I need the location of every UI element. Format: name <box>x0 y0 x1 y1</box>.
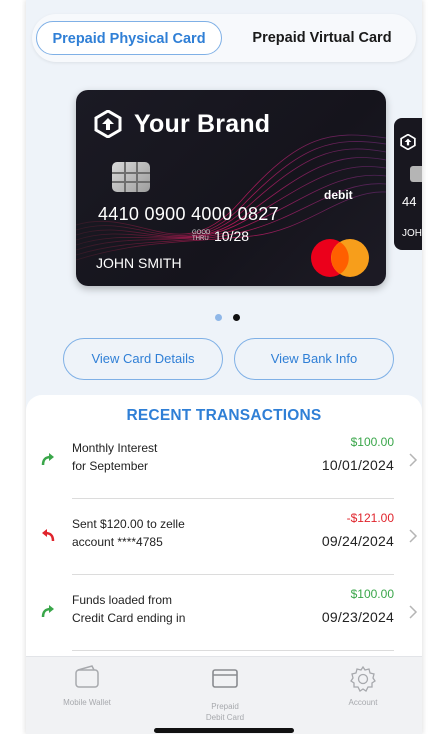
app-screen: Prepaid Physical Card Prepaid Virtual Ca… <box>26 0 422 734</box>
mastercard-logo-icon <box>311 239 369 277</box>
card-expiry: 10/28 <box>214 228 250 244</box>
card-chip-icon <box>410 166 422 182</box>
transaction-amount: $100.00 <box>350 587 394 601</box>
wallet-icon <box>75 665 99 688</box>
incoming-arrow-icon <box>41 453 54 466</box>
transaction-row[interactable]: Sent $120.00 to zelle account ****4785 -… <box>26 501 422 575</box>
card-type-tabs: Prepaid Physical Card Prepaid Virtual Ca… <box>32 14 416 62</box>
peek-card-number: 44 <box>402 194 417 209</box>
pager-dot[interactable] <box>215 314 222 321</box>
good-thru-label: GOOD THRU <box>192 230 211 242</box>
transaction-date: 09/24/2024 <box>321 533 394 549</box>
chevron-right-icon <box>409 453 418 467</box>
chevron-right-icon <box>409 605 418 619</box>
next-card-preview[interactable]: 44 JOH <box>394 118 422 250</box>
card-brand-name: Your Brand <box>134 110 271 138</box>
pager-dot-active[interactable] <box>233 314 240 321</box>
transaction-row[interactable]: Monthly Interest for September $100.00 1… <box>26 425 422 499</box>
brand-logo-icon <box>94 110 122 138</box>
transaction-description: Monthly Interest for September <box>72 441 158 473</box>
transaction-date: 10/01/2024 <box>321 457 394 473</box>
recent-transactions-title: RECENT TRANSACTIONS <box>126 407 322 424</box>
transaction-row[interactable]: Funds loaded from Credit Card ending in … <box>26 577 422 651</box>
row-divider <box>72 650 394 651</box>
transaction-description: Funds loaded from Credit Card ending in <box>72 593 186 625</box>
nav-mobile-wallet[interactable]: Mobile Wallet <box>32 657 142 734</box>
outgoing-arrow-icon <box>42 529 55 542</box>
nav-label: Mobile Wallet <box>63 698 111 707</box>
nav-account[interactable]: Account <box>308 657 418 734</box>
row-divider <box>72 574 394 575</box>
card-chip-icon <box>112 162 150 192</box>
prepaid-card[interactable]: Your Brand debit 4410 0900 4000 0827 GOO… <box>76 90 386 286</box>
nav-label: Account <box>348 698 378 707</box>
view-card-details-button[interactable]: View Card Details <box>63 338 223 380</box>
home-indicator <box>154 728 294 733</box>
recent-transactions-panel: RECENT TRANSACTIONS Monthly Interest for… <box>26 395 422 660</box>
tab-prepaid-physical-card[interactable]: Prepaid Physical Card <box>36 21 222 55</box>
transaction-date: 09/23/2024 <box>321 609 394 625</box>
view-bank-info-button[interactable]: View Bank Info <box>234 338 394 380</box>
row-divider <box>72 498 394 499</box>
card-type-label: debit <box>324 188 353 202</box>
transaction-amount: $100.00 <box>350 435 394 449</box>
bottom-navigation: Mobile Wallet Prepaid Debit Card Account <box>26 656 422 734</box>
gear-icon <box>350 665 376 692</box>
transaction-description: Sent $120.00 to zelle account ****4785 <box>72 517 185 549</box>
peek-card-holder: JOH <box>402 228 422 239</box>
credit-card-icon <box>212 669 238 688</box>
brand-logo-icon <box>400 134 416 150</box>
nav-prepaid-debit-card[interactable]: Prepaid Debit Card <box>170 657 280 734</box>
incoming-arrow-icon <box>41 605 54 618</box>
chevron-right-icon <box>409 529 418 543</box>
card-holder-name: JOHN SMITH <box>96 255 182 271</box>
nav-label: Prepaid Debit Card <box>205 702 245 722</box>
tab-prepaid-virtual-card[interactable]: Prepaid Virtual Card <box>232 21 412 55</box>
transaction-amount: -$121.00 <box>346 511 394 525</box>
card-number: 4410 0900 4000 0827 <box>98 204 279 224</box>
